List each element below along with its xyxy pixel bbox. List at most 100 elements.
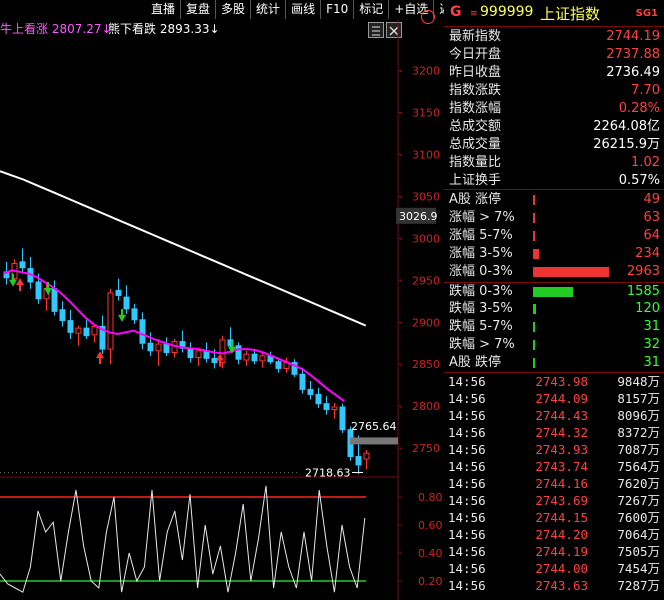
stat-row: 上证换手 0.57% bbox=[444, 172, 664, 189]
stat-row: 指数涨幅 0.28% bbox=[444, 100, 664, 117]
price-tick-label: 2950 bbox=[412, 274, 440, 287]
tick-volume: 7620万 bbox=[617, 476, 660, 491]
indicator-tick-label: 0.80 bbox=[418, 491, 443, 504]
candle-body bbox=[131, 308, 138, 321]
breadth-label: A股 跌停 bbox=[449, 355, 502, 371]
stat-value: 2737.88 bbox=[606, 47, 660, 62]
buy-arrow-icon bbox=[16, 278, 24, 292]
breadth-count: 234 bbox=[635, 245, 660, 261]
price-tick-label: 3050 bbox=[412, 190, 440, 203]
breadth-bar bbox=[533, 266, 609, 277]
candle-body bbox=[147, 342, 154, 352]
candle-body bbox=[163, 343, 170, 353]
breadth-row: 涨幅 5-7% 64 bbox=[444, 227, 664, 244]
toolbar-button-2[interactable]: 多股 bbox=[216, 0, 252, 19]
candle-body bbox=[139, 319, 146, 344]
candlestick-chart: 3200 3150 3100 3050 3000 2950 2900 2850 2800 2750… bbox=[0, 20, 443, 600]
stat-label: 今日开盘 bbox=[449, 47, 502, 62]
tick-price: 2744.43 bbox=[535, 408, 588, 423]
tick-price: 2744.15 bbox=[535, 510, 588, 525]
current-price-label: 3026.9 bbox=[399, 210, 438, 223]
candle-body bbox=[19, 261, 26, 269]
candle-body bbox=[123, 296, 130, 310]
tick-time: 14:56 bbox=[448, 459, 486, 474]
stat-label: 总成交额 bbox=[449, 119, 502, 134]
tick-time: 14:56 bbox=[448, 476, 486, 491]
breadth-count: 1585 bbox=[626, 283, 660, 299]
breadth-row: 涨幅 > 7% 63 bbox=[444, 209, 664, 226]
breadth-label: 跌幅 5-7% bbox=[449, 319, 513, 335]
breadth-count: 31 bbox=[643, 355, 660, 371]
tick-time: 14:56 bbox=[448, 493, 486, 508]
breadth-row: 涨幅 0-3% 2963 bbox=[444, 263, 664, 280]
breadth-count: 31 bbox=[643, 319, 660, 335]
breadth-label: 跌幅 3-5% bbox=[449, 301, 513, 317]
tick-time: 14:56 bbox=[448, 510, 486, 525]
candle-body bbox=[91, 325, 98, 336]
stat-row: 今日开盘 2737.88 bbox=[444, 46, 664, 63]
breadth-bar bbox=[533, 212, 535, 223]
candle-body bbox=[155, 343, 162, 352]
stat-row: 指数涨跌 7.70 bbox=[444, 82, 664, 99]
stat-value: 2264.08亿 bbox=[593, 119, 660, 134]
stat-label: 指数涨幅 bbox=[449, 101, 502, 116]
tick-row: 14:56 2743.98 9848万 bbox=[444, 374, 664, 391]
breadth-count: 63 bbox=[643, 209, 660, 225]
toolbar-button-5[interactable]: F10 bbox=[321, 0, 355, 19]
stat-row: 总成交量 26215.9万 bbox=[444, 136, 664, 153]
tick-price: 2743.74 bbox=[535, 459, 588, 474]
breadth-bar bbox=[533, 304, 537, 315]
stat-value: 2744.19 bbox=[606, 29, 660, 44]
tick-row: 14:56 2744.43 8096万 bbox=[444, 408, 664, 425]
breadth-bar bbox=[533, 195, 535, 205]
tick-volume: 8372万 bbox=[617, 425, 660, 440]
tick-time: 14:56 bbox=[448, 391, 486, 406]
price-tick-label: 3200 bbox=[412, 65, 440, 78]
toolbar-button-1[interactable]: 复盘 bbox=[181, 0, 217, 19]
tick-row: 14:56 2744.19 7505万 bbox=[444, 544, 664, 561]
stat-label: 指数量比 bbox=[449, 155, 502, 170]
divider bbox=[444, 282, 664, 283]
tick-row: 14:56 2744.32 8372万 bbox=[444, 425, 664, 442]
tick-row: 14:56 2743.69 7267万 bbox=[444, 493, 664, 510]
candle-body bbox=[363, 452, 370, 460]
price-tick-label: 2900 bbox=[412, 316, 440, 329]
quote-panel: G ≡ 999999 上证指数 SG1 最新指数 2744.19 今日开盘 2737.… bbox=[444, 0, 664, 600]
tick-volume: 7287万 bbox=[617, 578, 660, 593]
sell-arrow-icon bbox=[118, 308, 126, 322]
indicator-tick-label: 0.60 bbox=[418, 519, 443, 532]
price-tick-label: 3150 bbox=[412, 106, 440, 119]
tick-volume: 7454万 bbox=[617, 561, 660, 576]
indicator-tick-label: 0.40 bbox=[418, 547, 443, 560]
tick-volume: 7505万 bbox=[617, 544, 660, 559]
price-tick-label: 2850 bbox=[412, 358, 440, 371]
tick-volume: 8096万 bbox=[617, 408, 660, 423]
breadth-bar bbox=[533, 230, 535, 241]
candle-body bbox=[251, 353, 258, 362]
candle-body bbox=[307, 388, 314, 395]
toolbar-button-4[interactable]: 画线 bbox=[286, 0, 322, 19]
candle-body bbox=[187, 348, 194, 359]
candle-body bbox=[315, 393, 322, 405]
ma-short-line bbox=[3, 269, 345, 402]
tick-price: 2744.00 bbox=[535, 561, 588, 576]
tick-volume: 7064万 bbox=[617, 527, 660, 542]
breadth-count: 2963 bbox=[626, 263, 660, 279]
candle-body bbox=[51, 288, 58, 312]
tick-row: 14:56 2743.93 7087万 bbox=[444, 442, 664, 459]
stat-label: 指数涨跌 bbox=[449, 83, 502, 98]
breadth-label: A股 涨停 bbox=[449, 192, 502, 207]
stat-label: 总成交量 bbox=[449, 137, 502, 152]
candle-body bbox=[107, 292, 114, 350]
toolbar-button-0[interactable]: 直播 bbox=[146, 0, 182, 19]
stat-row: 最新指数 2744.19 bbox=[444, 28, 664, 45]
tick-row: 14:56 2744.20 7064万 bbox=[444, 527, 664, 544]
tick-price: 2744.20 bbox=[535, 527, 588, 542]
tick-price: 2743.93 bbox=[535, 442, 588, 457]
stat-label: 最新指数 bbox=[449, 29, 502, 44]
tick-price: 2743.69 bbox=[535, 493, 588, 508]
toolbar-button-6[interactable]: 标记 bbox=[354, 0, 390, 19]
tick-row: 14:56 2744.16 7620万 bbox=[444, 476, 664, 493]
price-tick-label: 3100 bbox=[412, 148, 440, 161]
toolbar-button-3[interactable]: 统计 bbox=[251, 0, 287, 19]
